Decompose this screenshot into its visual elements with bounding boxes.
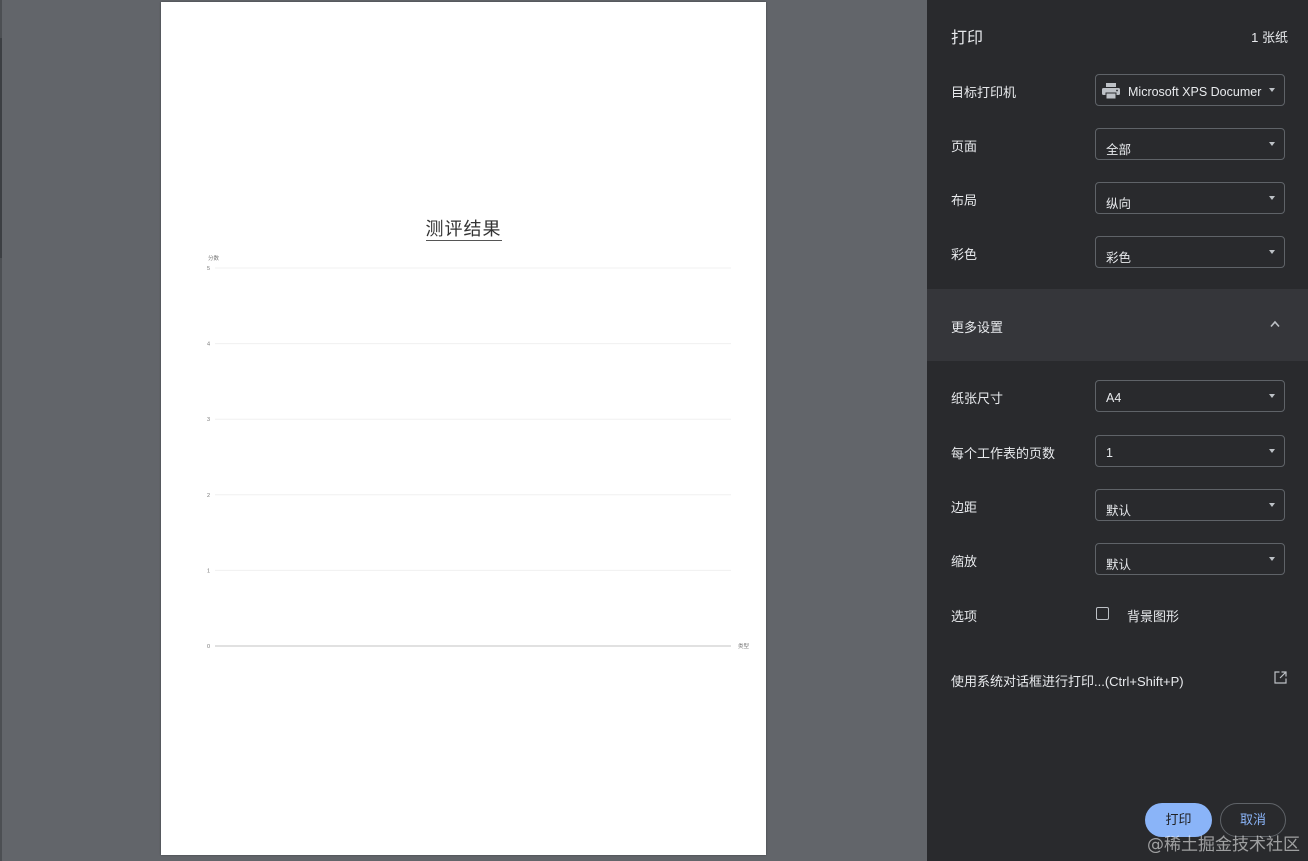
background-graphics-label[interactable]: 背景图形 <box>1127 606 1179 625</box>
pages-row: 页面 全部 <box>951 128 1287 162</box>
watermark: @稀土掘金技术社区 <box>1147 835 1300 855</box>
chevron-down-icon <box>1269 88 1275 92</box>
system-dialog-label: 使用系统对话框进行打印...(Ctrl+Shift+P) <box>951 674 1184 689</box>
chevron-down-icon <box>1269 503 1275 507</box>
paper-size-row: 纸张尺寸 A4 <box>951 380 1287 414</box>
color-select[interactable]: 彩色 <box>1095 236 1285 268</box>
y-tick-label: 1 <box>207 568 210 574</box>
scale-row: 缩放 默认 <box>951 543 1287 577</box>
margins-value: 默认 <box>1106 504 1132 518</box>
chevron-down-icon <box>1269 196 1275 200</box>
y-tick-label: 0 <box>207 644 210 650</box>
window-edge-mark <box>0 38 2 258</box>
paper-size-label: 纸张尺寸 <box>951 391 1004 406</box>
preview-page: 测评结果 0 1 2 3 4 5 分数 类型 <box>161 2 766 855</box>
more-settings-toggle[interactable]: 更多设置 <box>927 289 1308 361</box>
destination-label: 目标打印机 <box>951 85 1017 100</box>
margins-select[interactable]: 默认 <box>1095 489 1285 521</box>
pages-value: 全部 <box>1106 143 1132 157</box>
chevron-down-icon <box>1269 394 1275 398</box>
y-tick-label: 4 <box>207 342 210 348</box>
panel-title: 打印 <box>951 30 984 47</box>
margins-row: 边距 默认 <box>951 489 1287 523</box>
margins-label: 边距 <box>951 500 978 515</box>
chevron-down-icon <box>1269 250 1275 254</box>
pages-select[interactable]: 全部 <box>1095 128 1285 160</box>
print-preview-area: 测评结果 0 1 2 3 4 5 分数 类型 <box>0 0 927 861</box>
color-row: 彩色 彩色 <box>951 236 1287 270</box>
scale-select[interactable]: 默认 <box>1095 543 1285 575</box>
scale-value: 默认 <box>1106 558 1132 572</box>
layout-select[interactable]: 纵向 <box>1095 182 1285 214</box>
y-tick-label: 3 <box>207 417 210 423</box>
x-axis-label: 类型 <box>738 642 750 650</box>
options-label: 选项 <box>951 609 978 624</box>
chevron-down-icon <box>1269 142 1275 146</box>
print-settings-panel: 打印 1 张纸 目标打印机 Microsoft XPS Documer 页面 全… <box>927 0 1308 861</box>
destination-value: Microsoft XPS Documer <box>1128 85 1262 99</box>
pages-label: 页面 <box>951 139 978 154</box>
scale-label: 缩放 <box>951 554 978 569</box>
color-value: 彩色 <box>1106 251 1132 265</box>
options-row: 选项 背景图形 <box>951 603 1287 627</box>
chevron-down-icon <box>1269 449 1275 453</box>
pages-per-sheet-row: 每个工作表的页数 1 <box>951 435 1287 469</box>
sheet-count: 1 张纸 <box>1251 30 1288 45</box>
background-graphics-checkbox[interactable] <box>1096 607 1109 620</box>
panel-header: 打印 1 张纸 <box>951 24 1288 48</box>
paper-size-value: A4 <box>1106 391 1122 405</box>
y-tick-label: 2 <box>207 493 210 499</box>
pages-per-sheet-value: 1 <box>1106 446 1113 460</box>
more-settings-label: 更多设置 <box>951 320 1004 335</box>
printer-icon <box>1102 83 1120 99</box>
y-tick-label: 5 <box>207 266 210 272</box>
destination-select[interactable]: Microsoft XPS Documer <box>1095 74 1285 106</box>
system-dialog-link[interactable]: 使用系统对话框进行打印...(Ctrl+Shift+P) <box>951 669 1287 691</box>
open-in-new-icon <box>1274 671 1287 684</box>
layout-label: 布局 <box>951 193 978 208</box>
pages-per-sheet-label: 每个工作表的页数 <box>951 446 1056 461</box>
chevron-up-icon <box>1270 320 1280 328</box>
pages-per-sheet-select[interactable]: 1 <box>1095 435 1285 467</box>
chevron-down-icon <box>1269 557 1275 561</box>
score-chart: 0 1 2 3 4 5 分数类型 <box>207 254 750 650</box>
color-label: 彩色 <box>951 247 978 262</box>
destination-row: 目标打印机 Microsoft XPS Documer <box>951 74 1287 108</box>
layout-row: 布局 纵向 <box>951 182 1287 216</box>
y-axis-label: 分数 <box>208 254 220 262</box>
layout-value: 纵向 <box>1106 197 1132 211</box>
paper-size-select[interactable]: A4 <box>1095 380 1285 412</box>
